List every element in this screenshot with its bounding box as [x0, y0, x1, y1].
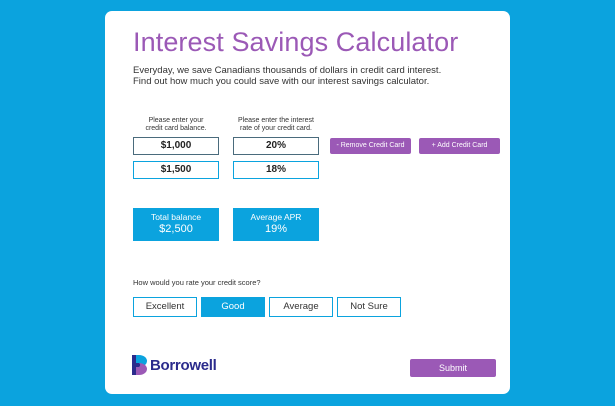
intro-text: Everyday, we save Canadians thousands of…: [133, 65, 493, 87]
remove-credit-card-button[interactable]: - Remove Credit Card: [330, 138, 411, 154]
rating-good-button[interactable]: Good: [201, 297, 265, 317]
total-balance-box: Total balance $2,500: [133, 208, 219, 241]
credit-score-question: How would you rate your credit score?: [133, 278, 261, 287]
total-balance-value: $2,500: [159, 223, 193, 235]
average-apr-label: Average APR: [250, 212, 302, 222]
borrowell-logo: Borrowell: [132, 355, 217, 375]
total-balance-label: Total balance: [150, 212, 202, 222]
average-apr-box: Average APR 19%: [233, 208, 319, 241]
balance-label-line-1: Please enter your: [148, 117, 204, 124]
rate-column-label: Please enter the interest rate of your c…: [233, 117, 319, 133]
add-credit-card-button[interactable]: + Add Credit Card: [419, 138, 500, 154]
borrowell-logo-text: Borrowell: [150, 356, 217, 374]
borrowell-logo-icon: [132, 355, 147, 375]
rating-excellent-button[interactable]: Excellent: [133, 297, 197, 317]
balance-column-label: Please enter your credit card balance.: [133, 117, 219, 133]
rate-input-2[interactable]: 18%: [233, 161, 319, 179]
average-apr-value: 19%: [264, 223, 288, 235]
intro-line-1: Everyday, we save Canadians thousands of…: [133, 65, 442, 76]
rate-label-line-1: Please enter the interest: [238, 117, 314, 124]
intro-line-2: Find out how much you could save with ou…: [133, 76, 430, 87]
rating-not-sure-button[interactable]: Not Sure: [337, 297, 401, 317]
balance-input-1[interactable]: $1,000: [133, 137, 219, 155]
balance-label-line-2: credit card balance.: [145, 125, 207, 132]
balance-input-2[interactable]: $1,500: [133, 161, 219, 179]
calculator-card: Interest Savings Calculator Everyday, we…: [105, 11, 510, 394]
rating-average-button[interactable]: Average: [269, 297, 333, 317]
rate-input-1[interactable]: 20%: [233, 137, 319, 155]
page-title: Interest Savings Calculator: [133, 27, 459, 57]
rate-label-line-2: rate of your credit card.: [240, 125, 312, 132]
submit-button[interactable]: Submit: [410, 359, 496, 377]
